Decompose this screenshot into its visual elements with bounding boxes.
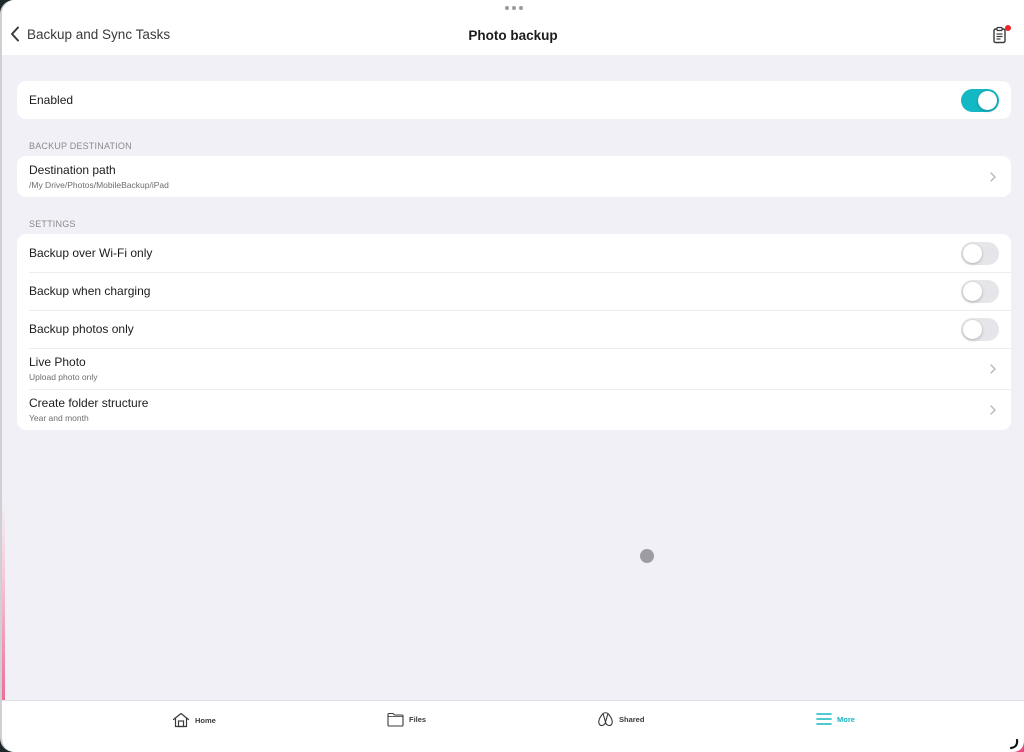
- photos-only-label: Backup photos only: [29, 322, 134, 336]
- tab-files-label: Files: [409, 715, 427, 724]
- destination-path-label: Destination path: [29, 163, 116, 177]
- chevron-right-icon: [990, 404, 996, 415]
- photos-only-toggle[interactable]: [961, 317, 999, 341]
- handle-dot: [505, 6, 509, 10]
- live-photo-label: Live Photo: [29, 355, 86, 369]
- backup-destination-card: Destination path /My Drive/Photos/Mobile…: [17, 156, 1011, 197]
- tab-bar: Home Files Shared More: [2, 700, 1024, 752]
- pointer-cursor: [640, 549, 654, 563]
- live-photo-row[interactable]: Live Photo Upload photo only: [17, 348, 1011, 389]
- app-screen: Backup and Sync Tasks Photo backup Enabl…: [0, 0, 1024, 752]
- tab-more[interactable]: More: [816, 712, 855, 726]
- toggle-knob: [978, 90, 997, 110]
- task-list-button[interactable]: [992, 25, 1011, 46]
- screen-corner-decoration: [1009, 738, 1024, 752]
- wifi-only-label: Backup over Wi-Fi only: [29, 246, 153, 260]
- tab-shared[interactable]: Shared: [597, 712, 644, 727]
- enabled-card: Enabled: [17, 81, 1011, 119]
- when-charging-row: Backup when charging: [17, 272, 1011, 310]
- folder-structure-value: Year and month: [29, 413, 89, 423]
- enabled-row: Enabled: [17, 81, 1011, 119]
- enabled-toggle[interactable]: [961, 88, 999, 112]
- when-charging-label: Backup when charging: [29, 284, 151, 298]
- tab-home[interactable]: Home: [172, 712, 216, 728]
- menu-icon: [816, 713, 832, 725]
- tab-more-label: More: [837, 714, 855, 724]
- chevron-right-icon: [990, 171, 996, 182]
- toggle-knob: [963, 243, 982, 263]
- chevron-right-icon: [990, 363, 996, 374]
- photos-only-row: Backup photos only: [17, 310, 1011, 348]
- enabled-label: Enabled: [29, 93, 74, 107]
- folder-structure-row[interactable]: Create folder structure Year and month: [17, 389, 1011, 430]
- tab-files[interactable]: Files: [387, 712, 426, 727]
- wifi-only-toggle[interactable]: [961, 241, 999, 265]
- handle-dot: [512, 6, 516, 10]
- toggle-knob: [963, 281, 982, 301]
- shared-icon: [598, 712, 613, 727]
- wifi-only-row: Backup over Wi-Fi only: [17, 234, 1011, 272]
- destination-path-value: /My Drive/Photos/MobileBackup/iPad: [29, 180, 169, 190]
- multitasking-handle[interactable]: [505, 4, 523, 12]
- folder-icon: [387, 712, 404, 727]
- folder-structure-label: Create folder structure: [29, 396, 149, 410]
- settings-card: Backup over Wi-Fi only Backup when charg…: [17, 234, 1011, 430]
- tab-shared-label: Shared: [619, 715, 645, 724]
- settings-header: SETTINGS: [29, 219, 76, 229]
- handle-dot: [519, 6, 523, 10]
- home-icon: [172, 712, 190, 728]
- backup-destination-header: BACKUP DESTINATION: [29, 141, 132, 151]
- navigation-bar: Backup and Sync Tasks Photo backup: [2, 0, 1024, 55]
- page-title: Photo backup: [468, 28, 558, 43]
- live-photo-value: Upload photo only: [29, 372, 98, 382]
- tab-home-label: Home: [195, 715, 216, 725]
- toggle-knob: [963, 319, 982, 339]
- when-charging-toggle[interactable]: [961, 279, 999, 303]
- notification-badge: [1005, 25, 1011, 31]
- destination-path-row[interactable]: Destination path /My Drive/Photos/Mobile…: [17, 156, 1011, 197]
